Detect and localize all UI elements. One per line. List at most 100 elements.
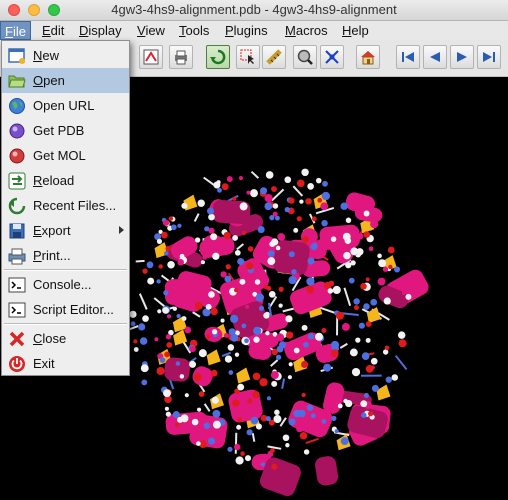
atom	[223, 332, 229, 338]
alpha-helix	[164, 279, 190, 305]
submenu-arrow-icon	[119, 226, 124, 234]
atom	[288, 251, 295, 258]
atom	[388, 264, 393, 270]
menu-item-print[interactable]: Print...	[2, 243, 129, 268]
rotate-icon[interactable]	[206, 45, 230, 69]
home-icon[interactable]	[356, 45, 380, 69]
atom	[245, 304, 250, 309]
menu-tools[interactable]: Tools	[179, 23, 209, 38]
measure-icon[interactable]	[262, 45, 286, 69]
menu-item-get-mol[interactable]: Get MOL	[2, 143, 129, 168]
menu-item-new[interactable]: New	[2, 43, 129, 68]
prev-frame-icon[interactable]	[423, 45, 447, 69]
zoom-icon[interactable]	[293, 45, 317, 69]
atom	[176, 313, 181, 319]
atom	[172, 306, 177, 311]
atom	[340, 202, 348, 210]
molecule-bond	[135, 259, 145, 263]
atom	[154, 337, 159, 342]
molecule-bond	[339, 342, 348, 349]
atom	[220, 318, 225, 323]
next-frame-icon[interactable]	[450, 45, 474, 69]
molecule-bond	[203, 403, 211, 412]
atom	[377, 277, 386, 286]
atom	[301, 168, 309, 177]
atom	[241, 323, 247, 329]
atom	[228, 370, 234, 375]
atom	[165, 334, 172, 340]
center-icon[interactable]	[320, 45, 344, 69]
atom	[301, 236, 309, 243]
atom	[301, 324, 308, 331]
atom	[277, 233, 286, 241]
atom	[351, 367, 361, 377]
menu-help[interactable]: Help	[342, 23, 369, 38]
atom	[161, 231, 168, 239]
atom	[370, 298, 378, 306]
atom	[162, 219, 170, 226]
atom	[284, 206, 290, 213]
atom	[140, 364, 149, 373]
atom	[288, 197, 295, 204]
menu-item-recent-files[interactable]: Recent Files...	[2, 193, 129, 218]
atom	[296, 179, 305, 188]
atom	[165, 245, 171, 252]
print-icon[interactable]	[169, 45, 193, 69]
atom	[271, 380, 278, 387]
atom	[323, 363, 332, 372]
atom	[234, 352, 240, 357]
atom	[253, 326, 262, 335]
atom	[365, 365, 374, 373]
atom	[353, 298, 360, 305]
atom	[335, 311, 344, 320]
atom	[278, 286, 284, 292]
last-frame-icon[interactable]	[477, 45, 501, 69]
pdb-molecule-icon	[9, 123, 25, 139]
atom	[208, 437, 216, 445]
atom	[345, 261, 352, 269]
new-file-icon	[8, 48, 25, 64]
atom	[166, 314, 172, 319]
atom	[267, 250, 275, 258]
menu-file[interactable]: File	[0, 21, 31, 40]
molecule-bond	[281, 378, 286, 389]
menu-plugins[interactable]: Plugins	[225, 23, 268, 38]
beta-sheet	[366, 306, 381, 323]
menu-item-console[interactable]: Console...	[2, 272, 129, 297]
molecule-bond	[270, 359, 279, 367]
first-frame-icon[interactable]	[396, 45, 420, 69]
atom	[162, 307, 170, 314]
atom	[303, 341, 309, 348]
atom	[296, 216, 302, 222]
menu-item-close[interactable]: Close	[2, 326, 129, 351]
menu-item-get-pdb[interactable]: Get PDB	[2, 118, 129, 143]
atom	[260, 187, 268, 195]
menu-item-open-url[interactable]: Open URL	[2, 93, 129, 118]
atom	[164, 351, 170, 358]
atom	[227, 446, 233, 452]
atom	[240, 451, 245, 456]
menu-item-reload[interactable]: Reload	[2, 168, 129, 193]
menu-item-open[interactable]: Open	[2, 68, 129, 93]
menu-display[interactable]: Display	[79, 23, 122, 38]
beta-sheet	[206, 349, 221, 366]
atom	[363, 392, 369, 399]
atom	[397, 331, 406, 339]
atom	[285, 331, 294, 339]
menu-item-exit[interactable]: Exit	[2, 351, 129, 376]
atom	[334, 429, 339, 434]
save-icon[interactable]	[139, 45, 163, 69]
menu-separator	[4, 323, 127, 325]
atom	[321, 327, 327, 334]
menu-item-export[interactable]: Export	[2, 218, 129, 243]
menu-view[interactable]: View	[137, 23, 165, 38]
atom	[360, 283, 367, 290]
select-icon[interactable]	[236, 45, 260, 69]
menu-edit[interactable]: Edit	[42, 23, 64, 38]
menu-macros[interactable]: Macros	[285, 23, 328, 38]
menu-item-script-editor[interactable]: Script Editor...	[2, 297, 129, 322]
atom	[159, 357, 166, 363]
atom	[288, 418, 296, 426]
atom	[180, 414, 189, 423]
atom	[385, 376, 392, 383]
